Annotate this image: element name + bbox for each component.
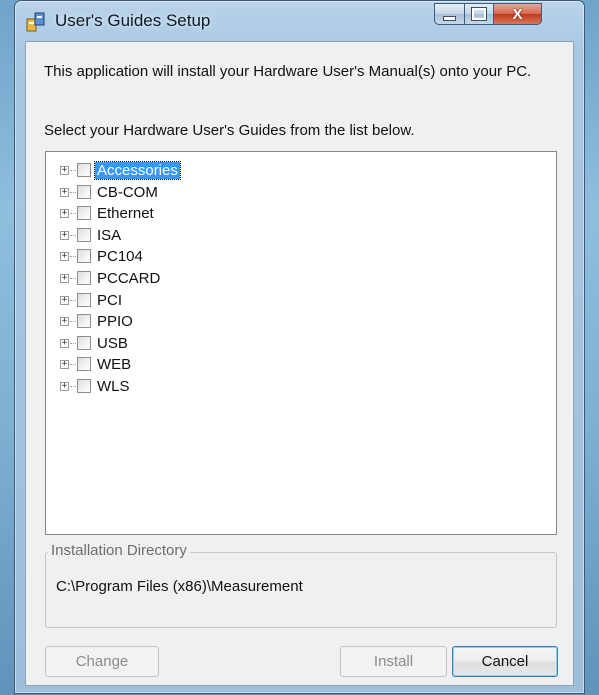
expand-plus-icon[interactable]: + — [60, 274, 69, 283]
expand-plus-icon[interactable]: + — [60, 317, 69, 327]
expand-plus-icon[interactable]: + — [60, 382, 69, 391]
tree-item-label[interactable]: WLS — [95, 378, 132, 395]
tree-item-label[interactable]: PCCARD — [95, 270, 162, 287]
tree-item-label[interactable]: CB-COM — [95, 184, 160, 201]
tree-item-checkbox[interactable] — [77, 184, 91, 199]
tree-item-label[interactable]: Ethernet — [95, 205, 156, 222]
tree-item-label[interactable]: PCI — [95, 292, 124, 309]
tree-item-checkbox[interactable] — [77, 249, 91, 264]
tree-item-checkbox[interactable] — [77, 227, 91, 242]
close-button[interactable]: X — [493, 3, 542, 25]
minimize-button[interactable] — [434, 3, 465, 25]
change-button[interactable]: Change — [45, 646, 159, 677]
select-instruction: Select your Hardware User's Guides from … — [44, 122, 415, 139]
tree-item-label[interactable]: ISA — [95, 227, 123, 244]
tree-item-checkbox[interactable] — [77, 314, 91, 329]
expand-plus-icon[interactable]: + — [60, 187, 69, 197]
tree-item-checkbox[interactable] — [77, 206, 91, 221]
expand-plus-icon[interactable]: + — [60, 166, 69, 175]
tree-item-label[interactable]: PC104 — [95, 248, 145, 265]
tree-item-label[interactable]: WEB — [95, 356, 133, 373]
cancel-button[interactable]: Cancel — [452, 646, 558, 677]
expand-plus-icon[interactable]: + — [60, 230, 69, 240]
expand-plus-icon[interactable]: + — [60, 209, 69, 219]
maximize-button[interactable] — [464, 3, 494, 25]
expand-plus-icon[interactable]: + — [60, 295, 69, 305]
expand-plus-icon[interactable]: + — [60, 360, 69, 370]
window-title: User's Guides Setup — [55, 11, 211, 30]
installer-app-icon — [26, 12, 45, 32]
intro-text: This application will install your Hardw… — [44, 63, 532, 80]
tree-item-checkbox[interactable] — [77, 357, 91, 372]
install-button[interactable]: Install — [340, 646, 447, 677]
maximize-icon — [471, 7, 487, 21]
expand-plus-icon[interactable]: + — [60, 338, 69, 348]
guides-tree-view[interactable]: + Accessories + CB-COM + Ethernet + ISA + PC104 + P… — [45, 151, 557, 535]
tree-item-checkbox[interactable] — [77, 292, 91, 307]
tree-item-label[interactable]: PPIO — [95, 313, 135, 330]
title-bar[interactable]: User's Guides Setup X — [15, 1, 584, 41]
minimize-icon — [443, 15, 456, 21]
tree-item-checkbox[interactable] — [77, 163, 91, 177]
dialog-client-area: This application will install your Hardw… — [25, 41, 574, 686]
tree-item-checkbox[interactable] — [77, 271, 91, 285]
tree-item-label[interactable]: USB — [95, 335, 130, 352]
expand-plus-icon[interactable]: + — [60, 252, 69, 262]
installation-directory-legend: Installation Directory — [48, 542, 190, 559]
tree-item-checkbox[interactable] — [77, 379, 91, 393]
tree-item-label[interactable]: Accessories — [94, 161, 181, 180]
tree-item-checkbox[interactable] — [77, 335, 91, 350]
setup-window: User's Guides Setup X This application w… — [14, 0, 585, 694]
close-icon: X — [512, 5, 523, 23]
installation-directory-path: C:\Program Files (x86)\Measurement — [56, 578, 303, 595]
